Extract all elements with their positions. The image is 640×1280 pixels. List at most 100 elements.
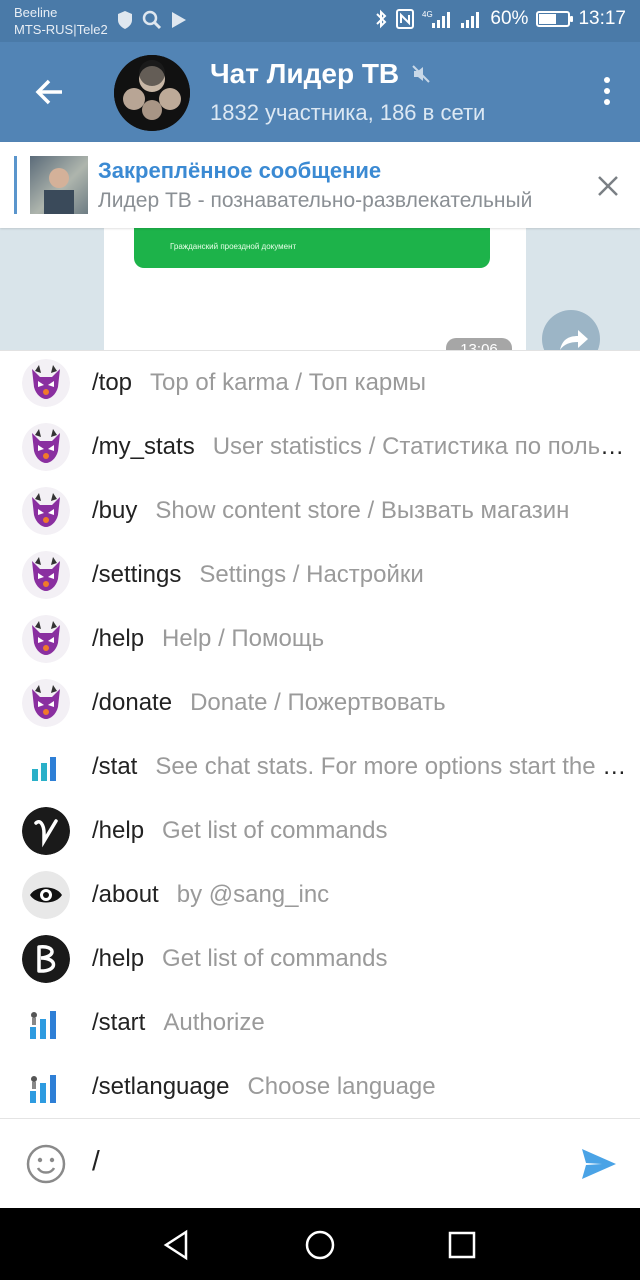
carrier-1: Beeline [14, 5, 58, 20]
command-item[interactable]: /my_stats User statistics / Статистика по… [0, 415, 640, 479]
send-icon[interactable] [580, 1145, 618, 1183]
notification-icons [116, 10, 188, 30]
more-menu-icon[interactable] [602, 74, 612, 114]
signal-4g-icon: 4G [422, 10, 451, 28]
shield-icon [118, 11, 132, 29]
bluetooth-icon [376, 9, 387, 29]
stats-bot-icon [22, 999, 70, 1047]
command-description: Help / Помощь [162, 625, 325, 652]
command-name: /about [92, 881, 159, 908]
command-item[interactable]: /start Authorize [0, 991, 640, 1055]
command-item[interactable]: /setlanguage Choose language [0, 1055, 640, 1119]
emoji-icon[interactable] [26, 1144, 66, 1184]
message-bubble[interactable]: Гражданский проездной документ [104, 228, 526, 350]
system-nav-bar [0, 1208, 640, 1280]
command-name: /stat [92, 753, 138, 780]
avatar-faces [114, 55, 190, 131]
command-item[interactable]: /help Get list of commands [0, 927, 640, 991]
command-name: /donate [92, 689, 173, 716]
stats-bot-icon [22, 1063, 70, 1111]
home-nav-icon[interactable] [303, 1228, 337, 1262]
chat-avatar[interactable] [114, 55, 190, 131]
recents-nav-icon[interactable] [445, 1228, 479, 1262]
chat-header: Чат Лидер ТВ 1832 участника, 186 в сети [0, 42, 640, 142]
pinned-accent-line [14, 156, 17, 214]
command-text: /top Top of karma / Топ кармы [92, 351, 628, 415]
command-name: /settings [92, 561, 182, 588]
back-arrow-icon[interactable] [30, 72, 70, 112]
play-store-icon [172, 12, 186, 28]
command-name: /help [92, 625, 145, 652]
search-icon [142, 10, 162, 30]
command-description: Show content store / Вызвать магазин [155, 497, 570, 524]
lynx-bot-icon [22, 551, 70, 599]
message-input-bar: / [0, 1118, 640, 1208]
message-input[interactable]: / [92, 1145, 100, 1177]
status-right: 4G 60% 13:17 [374, 8, 626, 30]
muted-icon [412, 65, 430, 83]
command-text: /help Help / Помощь [92, 607, 628, 671]
command-name: /top [92, 369, 133, 396]
pinned-message-bar[interactable]: Закреплённое сообщение Лидер ТВ - познав… [0, 142, 640, 228]
message-time: 13:06 [446, 338, 512, 350]
carrier-info: Beeline MTS-RUS|Tele2 [14, 4, 108, 38]
command-description: Get list of commands [162, 945, 388, 972]
lynx-bot-icon [22, 359, 70, 407]
eye-icon [22, 871, 70, 919]
command-name: /start [92, 1009, 146, 1036]
nfc-icon [396, 9, 415, 29]
command-text: /setlanguage Choose language [92, 1055, 628, 1119]
command-item[interactable]: /donate Donate / Пожертвовать [0, 671, 640, 735]
command-description: Donate / Пожертвовать [190, 689, 446, 716]
battery-icon [536, 11, 574, 27]
command-text: /help Get list of commands [92, 927, 628, 991]
command-item[interactable]: /about by @sang_inc [0, 863, 640, 927]
command-item[interactable]: /buy Show content store / Вызвать магазин [0, 479, 640, 543]
command-description: by @sang_inc [176, 881, 330, 908]
v-logo-icon [22, 807, 70, 855]
command-name: /my_stats [92, 433, 195, 460]
chat-title[interactable]: Чат Лидер ТВ [210, 58, 431, 90]
command-item[interactable]: /help Get list of commands [0, 799, 640, 863]
share-button[interactable] [542, 310, 600, 350]
command-text: /donate Donate / Пожертвовать [92, 671, 628, 735]
command-name: /help [92, 945, 145, 972]
pinned-title: Закреплённое сообщение [98, 158, 382, 183]
command-name: /setlanguage [92, 1073, 230, 1100]
battery-percent: 60% [490, 8, 529, 29]
lynx-bot-icon [22, 423, 70, 471]
command-description: Get list of commands [162, 817, 388, 844]
carrier-2: MTS-RUS|Tele2 [14, 22, 108, 37]
command-item[interactable]: /help Help / Помощь [0, 607, 640, 671]
command-item[interactable]: /settings Settings / Настройки [0, 543, 640, 607]
message-image[interactable]: Гражданский проездной документ [134, 228, 490, 268]
chat-area: Гражданский проездной документ 13:06 [0, 228, 640, 350]
b-logo-icon [22, 935, 70, 983]
battery-level [539, 14, 557, 24]
command-text: /start Authorize [92, 991, 628, 1055]
command-name: /buy [92, 497, 138, 524]
command-text: /stat See chat stats. For more options st… [92, 735, 628, 799]
bar-chart-icon [22, 743, 70, 791]
signal-icon [461, 12, 480, 28]
card-caption: Гражданский проездной документ [170, 242, 297, 251]
command-text: /buy Show content store / Вызвать магазин [92, 479, 628, 543]
pinned-thumbnail [30, 156, 88, 214]
pinned-text: Лидер ТВ - познавательно-развлекательный [98, 189, 533, 212]
back-nav-icon[interactable] [160, 1228, 194, 1262]
command-item[interactable]: /top Top of karma / Топ кармы [0, 351, 640, 415]
chat-subtitle: 1832 участника, 186 в сети [210, 100, 486, 125]
lynx-bot-icon [22, 615, 70, 663]
bot-commands-list: /top Top of karma / Топ кармы/my_stats Use… [0, 350, 640, 1118]
command-description: Settings / Настройки [199, 561, 424, 588]
command-name: /help [92, 817, 145, 844]
clock: 13:17 [578, 8, 626, 29]
command-description: See chat stats. For more options start t… [155, 753, 628, 780]
command-item[interactable]: /stat See chat stats. For more options st… [0, 735, 640, 799]
command-text: /settings Settings / Настройки [92, 543, 628, 607]
close-icon[interactable] [594, 172, 622, 200]
command-text: /my_stats User statistics / Статистика по… [92, 415, 628, 479]
command-description: Choose language [247, 1073, 436, 1100]
lynx-bot-icon [22, 679, 70, 727]
svg-text:4G: 4G [422, 10, 433, 19]
